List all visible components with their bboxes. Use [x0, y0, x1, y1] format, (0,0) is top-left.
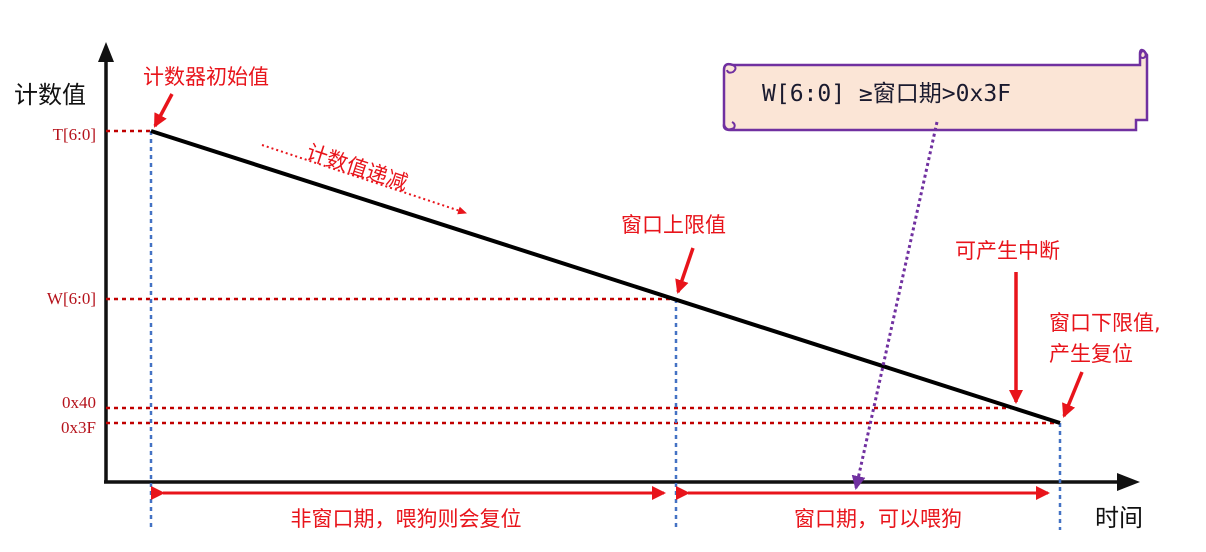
window-period-label: 窗口期，可以喂狗 — [794, 507, 962, 531]
x-axis-label: 时间 — [1095, 504, 1143, 532]
y-axis-label: 计数值 — [14, 81, 86, 109]
tick-label-t60: T[6:0] — [53, 125, 96, 144]
non-window-period-label: 非窗口期，喂狗则会复位 — [291, 507, 522, 531]
window-condition-scroll: W[6:0] ≥窗口期>0x3F — [722, 48, 1149, 132]
y-axis-arrowhead — [98, 42, 114, 62]
watchdog-window-diagram: 计数值 时间 T[6:0] W[6:0] 0x40 0x3F 计数值递减 计数器… — [14, 42, 1161, 532]
tick-label-w60: W[6:0] — [47, 289, 96, 308]
counter-initial-arrow — [153, 93, 174, 128]
window-condition-text: W[6:0] ≥窗口期>0x3F — [762, 81, 1011, 107]
can-interrupt-label: 可产生中断 — [955, 239, 1060, 263]
window-condition-arrow — [851, 121, 939, 490]
window-upper-label: 窗口上限值 — [621, 213, 726, 237]
window-lower-arrow — [1062, 371, 1084, 418]
window-lower-label-line2: 产生复位 — [1049, 342, 1133, 366]
counter-initial-label: 计数器初始值 — [143, 65, 269, 89]
x-axis-arrowhead — [1117, 473, 1140, 491]
tick-label-0x40: 0x40 — [62, 393, 96, 412]
tick-label-0x3f: 0x3F — [61, 418, 96, 437]
window-lower-label-line1: 窗口下限值, — [1049, 311, 1161, 335]
counter-decrement-line — [150, 129, 1061, 425]
window-upper-arrow — [675, 247, 695, 294]
